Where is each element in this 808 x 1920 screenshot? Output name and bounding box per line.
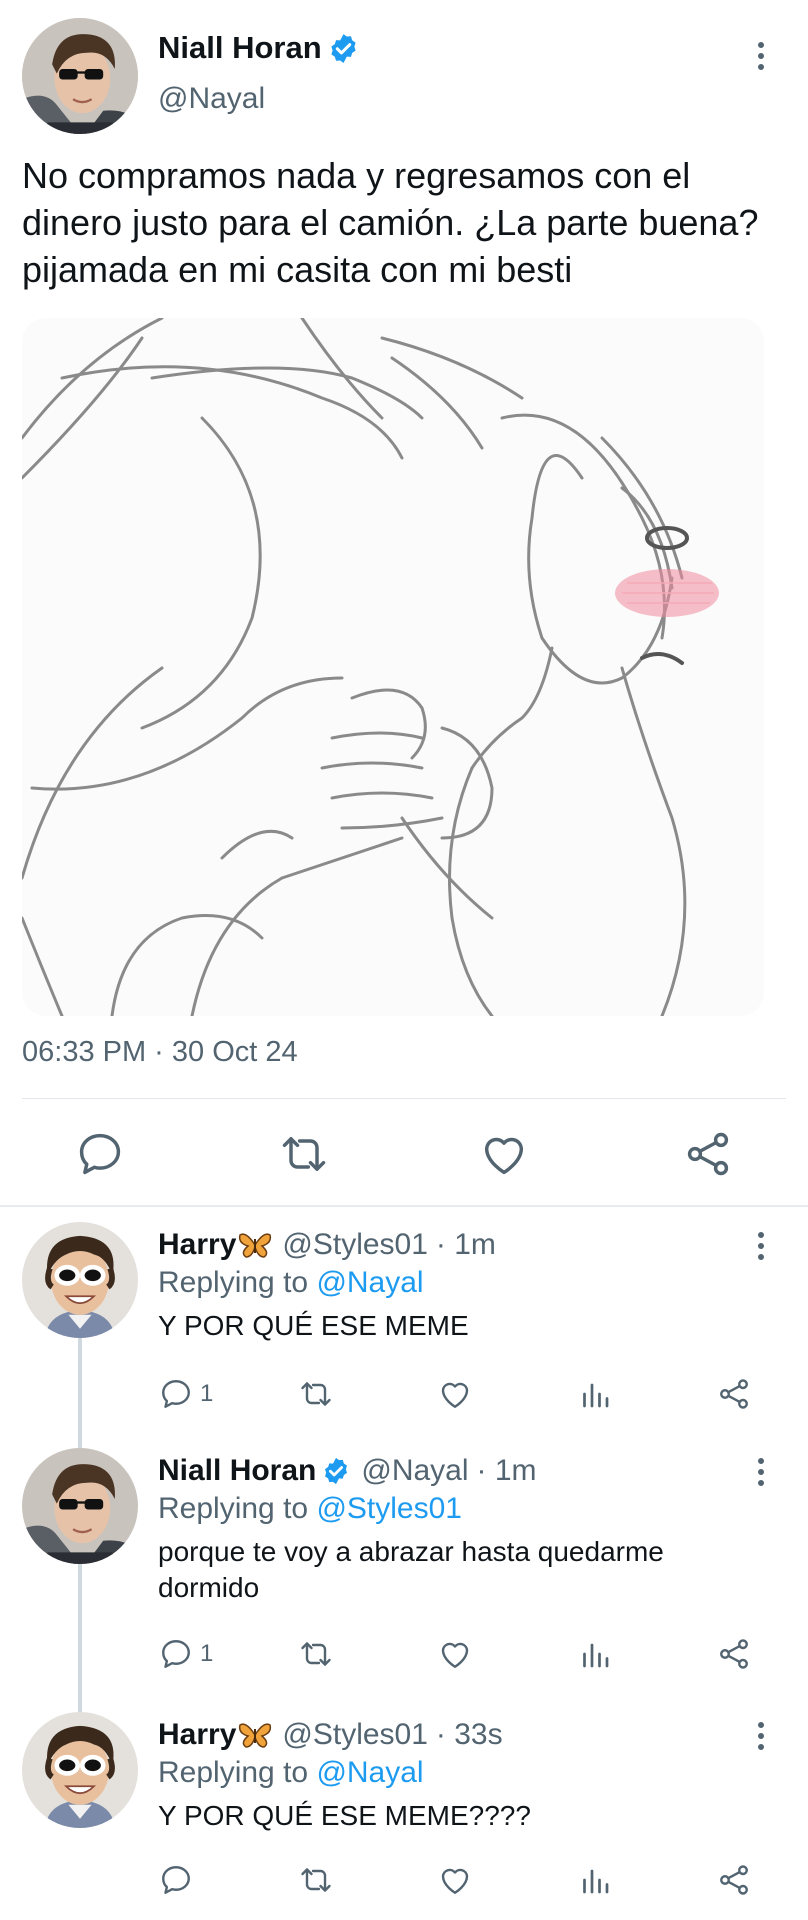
reply-author-handle[interactable]: @Nayal bbox=[361, 1454, 468, 1488]
author-name[interactable]: Niall Horan bbox=[158, 30, 322, 66]
reply-icon bbox=[162, 1640, 190, 1668]
share-icon[interactable] bbox=[716, 1860, 752, 1900]
replying-to-label: Replying to @Styles01 bbox=[158, 1492, 462, 1526]
reply-author-name[interactable]: Harry bbox=[158, 1718, 236, 1752]
reply-time: · 1m bbox=[435, 1228, 496, 1261]
replying-prefix: Replying to bbox=[158, 1266, 317, 1299]
main-action-bar bbox=[0, 1122, 808, 1182]
more-options-icon[interactable] bbox=[749, 1452, 773, 1492]
like-icon[interactable] bbox=[437, 1634, 473, 1674]
section-separator bbox=[0, 1205, 808, 1207]
reply-time: · 1m bbox=[476, 1454, 537, 1487]
niall-avatar[interactable] bbox=[22, 1448, 138, 1564]
thread-line bbox=[78, 1698, 82, 1712]
reply-icon bbox=[162, 1380, 190, 1408]
retweet-icon[interactable] bbox=[298, 1860, 334, 1900]
retweet-icon[interactable] bbox=[298, 1374, 334, 1414]
reply-icon[interactable] bbox=[74, 1128, 126, 1180]
reply-action-bar: 1 bbox=[0, 1634, 808, 1674]
thread-line bbox=[78, 1438, 82, 1448]
reply-count: 1 bbox=[200, 1640, 214, 1667]
share-icon[interactable] bbox=[716, 1374, 752, 1414]
reply-button[interactable]: 1 bbox=[158, 1634, 213, 1674]
like-icon[interactable] bbox=[437, 1374, 473, 1414]
reply-item[interactable]: Niall Horan @Nayal · 1m Replying to @Sty… bbox=[0, 1438, 808, 1704]
reply-author-name[interactable]: Harry bbox=[158, 1228, 236, 1262]
tweet-timestamp[interactable]: 06:33 PM · 30 Oct 24 bbox=[22, 1036, 298, 1069]
reply-author-handle[interactable]: @Styles01 bbox=[282, 1228, 428, 1262]
hug-sketch-image bbox=[22, 318, 764, 1016]
reply-action-bar bbox=[0, 1860, 808, 1900]
verified-badge-icon bbox=[321, 1456, 351, 1486]
butterfly-emoji-icon bbox=[238, 1721, 272, 1749]
reply-author-name[interactable]: Niall Horan bbox=[158, 1454, 316, 1488]
retweet-icon[interactable] bbox=[298, 1634, 334, 1674]
share-icon[interactable] bbox=[716, 1634, 752, 1674]
butterfly-emoji-icon bbox=[238, 1231, 272, 1259]
reply-action-bar: 1 bbox=[0, 1374, 808, 1414]
reply-text: porque te voy a abrazar hasta quedarme d… bbox=[158, 1536, 664, 1603]
divider bbox=[22, 1098, 786, 1099]
reply-time: · 33s bbox=[435, 1718, 503, 1751]
analytics-icon[interactable] bbox=[577, 1634, 613, 1674]
replying-prefix: Replying to bbox=[158, 1492, 317, 1525]
like-icon[interactable] bbox=[478, 1128, 530, 1180]
reply-icon bbox=[162, 1866, 190, 1894]
replying-to-mention[interactable]: @Nayal bbox=[316, 1266, 423, 1299]
replying-to-mention[interactable]: @Styles01 bbox=[316, 1492, 462, 1525]
reply-button[interactable] bbox=[158, 1860, 200, 1900]
like-icon[interactable] bbox=[437, 1860, 473, 1900]
verified-badge-icon bbox=[327, 32, 360, 65]
reply-text: Y POR QUÉ ESE MEME bbox=[158, 1310, 469, 1341]
more-options-icon[interactable] bbox=[749, 1716, 773, 1756]
retweet-icon[interactable] bbox=[278, 1128, 330, 1180]
replying-to-label: Replying to @Nayal bbox=[158, 1266, 424, 1300]
harry-avatar[interactable] bbox=[22, 1222, 138, 1338]
replying-to-mention[interactable]: @Nayal bbox=[316, 1756, 423, 1789]
more-options-icon[interactable] bbox=[749, 1226, 773, 1266]
replying-prefix: Replying to bbox=[158, 1756, 317, 1789]
analytics-icon[interactable] bbox=[577, 1374, 613, 1414]
tweet-media-image[interactable] bbox=[22, 318, 764, 1016]
reply-count: 1 bbox=[200, 1380, 214, 1407]
reply-item[interactable]: Harry @Styles01 · 1m Replying to @Nayal … bbox=[0, 1216, 808, 1448]
author-name-row: Niall Horan bbox=[158, 30, 360, 66]
reply-text: Y POR QUÉ ESE MEME???? bbox=[158, 1800, 531, 1831]
more-options-icon[interactable] bbox=[749, 36, 773, 76]
reply-header: Harry @Styles01 · 33s bbox=[158, 1718, 503, 1752]
harry-avatar[interactable] bbox=[22, 1712, 138, 1828]
reply-item[interactable]: Harry @Styles01 · 33s Replying to @Nayal… bbox=[0, 1698, 808, 1920]
author-handle[interactable]: @Nayal bbox=[158, 82, 265, 116]
analytics-icon[interactable] bbox=[577, 1860, 613, 1900]
reply-header: Niall Horan @Nayal · 1m bbox=[158, 1454, 537, 1488]
tweet-text: No compramos nada y regresamos con el di… bbox=[22, 155, 759, 290]
main-tweet: Niall Horan @Nayal No compramos nada y r… bbox=[0, 0, 808, 1205]
reply-author-handle[interactable]: @Styles01 bbox=[282, 1718, 428, 1752]
share-icon[interactable] bbox=[682, 1128, 734, 1180]
niall-avatar[interactable] bbox=[22, 18, 138, 134]
reply-button[interactable]: 1 bbox=[158, 1374, 213, 1414]
replying-to-label: Replying to @Nayal bbox=[158, 1756, 424, 1790]
reply-header: Harry @Styles01 · 1m bbox=[158, 1228, 496, 1262]
